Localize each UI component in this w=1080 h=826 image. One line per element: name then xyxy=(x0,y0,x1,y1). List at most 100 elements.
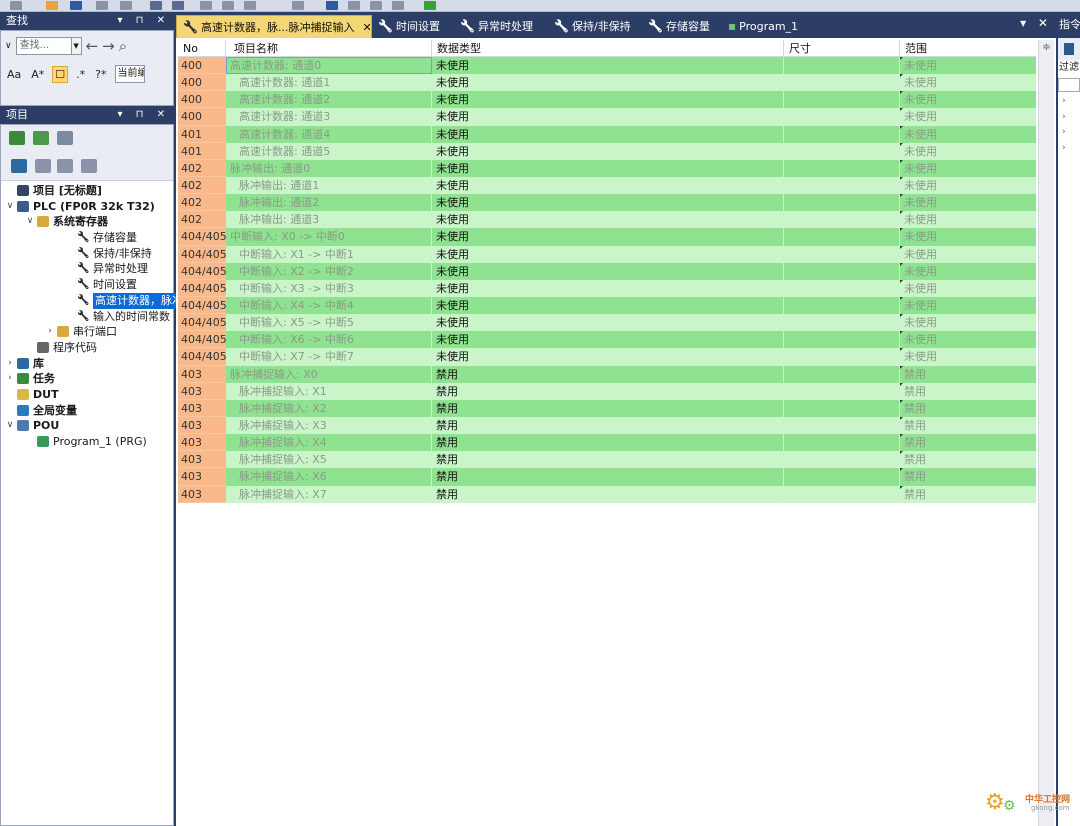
forward-arrow-icon[interactable]: → xyxy=(102,37,115,55)
tab-4[interactable]: 🔧 存储容量 xyxy=(642,15,710,38)
cell-item-name[interactable]: 脉冲捕捉输入: X0 xyxy=(226,365,432,383)
search-scope-field[interactable]: 当前编 xyxy=(114,65,145,83)
tree-node[interactable]: 🔧 存储容量 xyxy=(1,230,173,246)
table-row[interactable]: 403 脉冲捕捉输入: X1 禁用 禁用 xyxy=(178,382,1036,400)
cell-no[interactable]: 404/405 xyxy=(178,331,226,349)
cell-no[interactable]: 404/405 xyxy=(178,228,226,246)
cell-no[interactable]: 402 xyxy=(178,176,226,195)
cell-data-type[interactable]: 禁用 xyxy=(432,365,784,383)
toolbar-button[interactable] xyxy=(10,1,22,10)
cell-data-type[interactable]: 未使用 xyxy=(432,228,784,246)
cell-size[interactable] xyxy=(784,125,900,143)
cell-item-name[interactable]: 脉冲捕捉输入: X7 xyxy=(226,485,432,503)
tree-node[interactable]: 全局变量 xyxy=(1,403,173,419)
print-preview-icon[interactable] xyxy=(120,1,132,10)
cell-range[interactable]: 未使用 xyxy=(900,74,1036,92)
cell-data-type[interactable]: 禁用 xyxy=(432,451,784,469)
cell-data-type[interactable]: 禁用 xyxy=(432,382,784,400)
cell-item-name[interactable]: 高速计数器: 通道0 xyxy=(226,57,432,75)
table-row[interactable]: 400 高速计数器: 通道1 未使用 未使用 xyxy=(178,74,1036,92)
header-size[interactable]: 尺寸 xyxy=(784,40,900,57)
cell-item-name[interactable]: 脉冲输出: 通道3 xyxy=(226,211,432,229)
cell-size[interactable] xyxy=(784,365,900,383)
paste-icon[interactable] xyxy=(244,1,256,10)
cell-size[interactable] xyxy=(784,228,900,246)
cell-no[interactable]: 400 xyxy=(178,91,226,109)
cell-data-type[interactable]: 未使用 xyxy=(432,74,784,92)
wrench-tool-icon[interactable] xyxy=(150,1,162,10)
cell-item-name[interactable]: 中断输入: X0 -> 中断0 xyxy=(226,228,432,246)
cell-data-type[interactable]: 未使用 xyxy=(432,296,784,315)
wrench-tool2-icon[interactable] xyxy=(172,1,184,10)
cell-no[interactable]: 403 xyxy=(178,468,226,486)
cell-range[interactable]: 禁用 xyxy=(900,434,1036,452)
cell-item-name[interactable]: 脉冲捕捉输入: X2 xyxy=(226,399,432,417)
cell-range[interactable]: 未使用 xyxy=(900,211,1036,229)
cell-item-name[interactable]: 脉冲捕捉输入: X3 xyxy=(226,416,432,435)
tab-controls[interactable]: ▾ ✕ xyxy=(1020,16,1052,30)
filter-input[interactable] xyxy=(1058,78,1080,92)
cell-no[interactable]: 400 xyxy=(178,108,226,126)
header-no[interactable]: No xyxy=(178,40,226,57)
cell-data-type[interactable]: 未使用 xyxy=(432,91,784,109)
cell-size[interactable] xyxy=(784,57,900,75)
table-row[interactable]: 404/405 中断输入: X6 -> 中断6 未使用 未使用 xyxy=(178,331,1036,349)
cell-range[interactable]: 未使用 xyxy=(900,279,1036,297)
cell-data-type[interactable]: 未使用 xyxy=(432,262,784,280)
tree-node[interactable]: 🔧 异常时处理 xyxy=(1,261,173,277)
cell-range[interactable]: 未使用 xyxy=(900,194,1036,212)
cell-range[interactable]: 未使用 xyxy=(900,125,1036,143)
cell-no[interactable]: 403 xyxy=(178,365,226,383)
tree-expander-icon[interactable]: ∨ xyxy=(25,214,35,230)
cell-item-name[interactable]: 中断输入: X6 -> 中断6 xyxy=(226,331,432,349)
table-row[interactable]: 401 高速计数器: 通道4 未使用 未使用 xyxy=(178,125,1036,143)
cell-size[interactable] xyxy=(784,194,900,212)
filter-label[interactable]: 过滤 xyxy=(1058,60,1080,76)
tree-node[interactable]: 🔧 保持/非保持 xyxy=(1,246,173,262)
add-node-icon[interactable] xyxy=(9,131,25,145)
header-range[interactable]: 范围 xyxy=(900,40,1036,57)
cell-range[interactable]: 未使用 xyxy=(900,176,1036,195)
cell-no[interactable]: 404/405 xyxy=(178,314,226,332)
table-row[interactable]: 403 脉冲捕捉输入: X5 禁用 禁用 xyxy=(178,451,1036,469)
table-row[interactable]: 403 脉冲捕捉输入: X7 禁用 禁用 xyxy=(178,485,1036,503)
tree-node[interactable]: DUT xyxy=(1,387,173,403)
cell-item-name[interactable]: 高速计数器: 通道1 xyxy=(226,74,432,92)
cell-size[interactable] xyxy=(784,74,900,92)
table-row[interactable]: 401 高速计数器: 通道5 未使用 未使用 xyxy=(178,142,1036,160)
cell-size[interactable] xyxy=(784,314,900,332)
cell-data-type[interactable]: 未使用 xyxy=(432,348,784,366)
cell-range[interactable]: 禁用 xyxy=(900,468,1036,486)
cell-item-name[interactable]: 脉冲捕捉输入: X5 xyxy=(226,451,432,469)
cell-item-name[interactable]: 中断输入: X5 -> 中断5 xyxy=(226,314,432,332)
cell-item-name[interactable]: 中断输入: X4 -> 中断4 xyxy=(226,296,432,315)
table-row[interactable]: 400 高速计数器: 通道2 未使用 未使用 xyxy=(178,91,1036,109)
search-icon[interactable]: ⌕ xyxy=(119,37,127,55)
cell-range[interactable]: 未使用 xyxy=(900,245,1036,263)
print-icon[interactable] xyxy=(96,1,108,10)
cell-range[interactable]: 未使用 xyxy=(900,91,1036,109)
tree-node[interactable]: 🔧 高速计数器，脉冲 xyxy=(1,292,185,309)
cell-size[interactable] xyxy=(784,176,900,195)
header-data-type[interactable]: 数据类型 xyxy=(432,40,784,57)
open-icon[interactable] xyxy=(46,1,58,10)
tree-node[interactable]: Program_1 (PRG) xyxy=(1,434,173,450)
table-row[interactable]: 400 高速计数器: 通道3 未使用 未使用 xyxy=(178,108,1036,126)
cell-no[interactable]: 404/405 xyxy=(178,348,226,366)
match-word-button[interactable]: A* xyxy=(29,67,46,82)
cell-item-name[interactable]: 脉冲输出: 通道2 xyxy=(226,194,432,212)
cell-size[interactable] xyxy=(784,451,900,469)
cell-no[interactable]: 404/405 xyxy=(178,262,226,280)
cell-no[interactable]: 402 xyxy=(178,159,226,177)
undo-icon[interactable] xyxy=(292,1,304,10)
cell-size[interactable] xyxy=(784,245,900,263)
cell-size[interactable] xyxy=(784,348,900,366)
cell-no[interactable]: 403 xyxy=(178,451,226,469)
table-row[interactable]: 400 高速计数器: 通道0 未使用 未使用 xyxy=(178,57,1036,75)
tree-node[interactable]: › 串行端口 xyxy=(1,324,173,340)
tree-expander-icon[interactable]: › xyxy=(5,371,15,387)
find-panel-controls[interactable]: ▾ ⊓ ✕ xyxy=(117,12,170,30)
cell-size[interactable] xyxy=(784,211,900,229)
cell-item-name[interactable]: 高速计数器: 通道4 xyxy=(226,125,432,143)
cell-data-type[interactable]: 未使用 xyxy=(432,331,784,349)
